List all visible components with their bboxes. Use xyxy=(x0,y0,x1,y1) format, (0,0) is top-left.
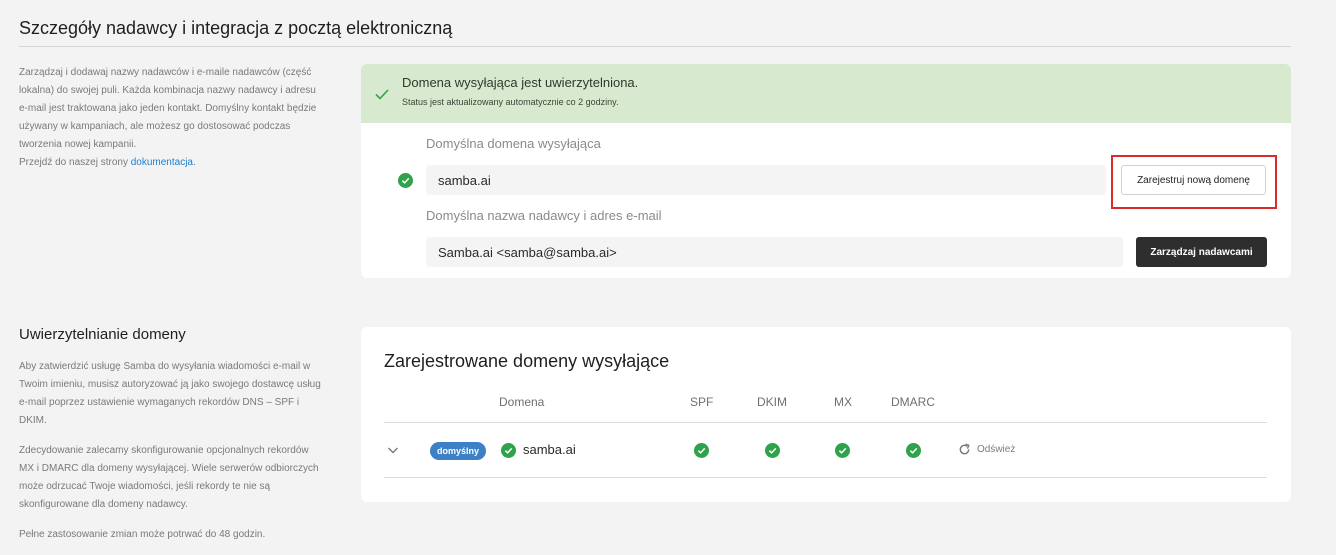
description-line: Twoim imieniu, musisz autoryzować ją jak… xyxy=(19,379,321,390)
banner-title: Domena wysyłająca jest uwierzytelniona. xyxy=(402,75,639,90)
default-domain-label: Domyślna domena wysyłająca xyxy=(426,136,601,151)
section-title: Uwierzytelnianie domeny xyxy=(19,326,186,343)
description-line: DKIM. xyxy=(19,415,47,426)
domain-name: samba.ai xyxy=(523,442,576,457)
sender-card: Domena wysyłająca jest uwierzytelniona. … xyxy=(361,64,1291,278)
description-line: Aby zatwierdzić usługę Samba do wysyłani… xyxy=(19,361,311,372)
chevron-down-icon[interactable] xyxy=(387,446,399,455)
register-domain-button[interactable]: Zarejestruj nową domenę xyxy=(1121,165,1266,195)
sender-description: Zarządzaj i dodawaj nazwy nadawców i e-m… xyxy=(19,64,339,172)
refresh-button[interactable]: Odśwież xyxy=(958,443,1015,456)
description-line: e-mail poprzez ustawienie wymaganych rek… xyxy=(19,397,300,408)
dmarc-status-icon xyxy=(906,443,921,458)
domains-card: Zarejestrowane domeny wysyłające Domena … xyxy=(361,327,1291,502)
spf-status-icon xyxy=(694,443,709,458)
column-dmarc: DMARC xyxy=(891,395,935,409)
domain-status-icon xyxy=(501,443,516,458)
default-sender-field[interactable]: Samba.ai <samba@samba.ai> xyxy=(426,237,1123,267)
docs-link[interactable]: dokumentacja xyxy=(131,157,193,168)
check-icon xyxy=(375,89,389,100)
manage-senders-button[interactable]: Zarządzaj nadawcami xyxy=(1136,237,1267,267)
column-dkim: DKIM xyxy=(757,395,787,409)
auth-status-banner: Domena wysyłająca jest uwierzytelniona. … xyxy=(361,64,1291,123)
refresh-icon xyxy=(959,443,970,455)
refresh-label: Odśwież xyxy=(977,444,1016,455)
column-spf: SPF xyxy=(690,395,714,409)
column-mx: MX xyxy=(834,395,852,409)
row-divider xyxy=(384,477,1267,478)
dkim-status-icon xyxy=(765,443,780,458)
mx-status-icon xyxy=(835,443,850,458)
docs-line: Przejdź do naszej strony dokumentacja. xyxy=(19,154,339,172)
description-line: Zarządzaj i dodawaj nazwy nadawców i e-m… xyxy=(19,67,312,78)
description-line: Zdecydowanie zalecamy skonfigurowanie op… xyxy=(19,445,309,456)
page-title: Szczegóły nadawcy i integracja z pocztą … xyxy=(19,18,453,38)
banner-subtitle: Status jest aktualizowany automatycznie … xyxy=(402,97,619,107)
title-divider xyxy=(19,46,1291,47)
default-domain-field[interactable]: samba.ai xyxy=(426,165,1106,195)
docs-suffix: . xyxy=(192,157,196,168)
description-line: skonfigurowane dla domeny nadawcy. xyxy=(19,499,188,510)
column-domain: Domena xyxy=(499,395,545,409)
description-line: lokalna) do swojej puli. Każda kombinacj… xyxy=(19,85,316,96)
docs-prefix: Przejdź do naszej strony xyxy=(19,157,131,168)
domains-table-title: Zarejestrowane domeny wysyłające xyxy=(384,351,670,371)
description-line: Pełne zastosowanie zmian może potrwać do… xyxy=(19,529,266,540)
header-divider xyxy=(384,422,1267,423)
domain-verified-icon xyxy=(398,173,413,188)
description-line: używany w kampaniach, ale możesz go dost… xyxy=(19,121,291,132)
description-line: tworzenia nowej kampanii. xyxy=(19,139,137,150)
description-line: e-mail jest traktowana jako jeden kontak… xyxy=(19,103,317,114)
description-line: może odrzucać Twoje wiadomości, jeśli re… xyxy=(19,481,271,492)
description-line: MX i DMARC dla domeny wysyłającej. Wiele… xyxy=(19,463,319,474)
auth-description: Aby zatwierdzić usługę Samba do wysyłani… xyxy=(19,358,339,544)
default-badge: domyślny xyxy=(430,442,487,460)
default-sender-label: Domyślna nazwa nadawcy i adres e-mail xyxy=(426,208,662,223)
